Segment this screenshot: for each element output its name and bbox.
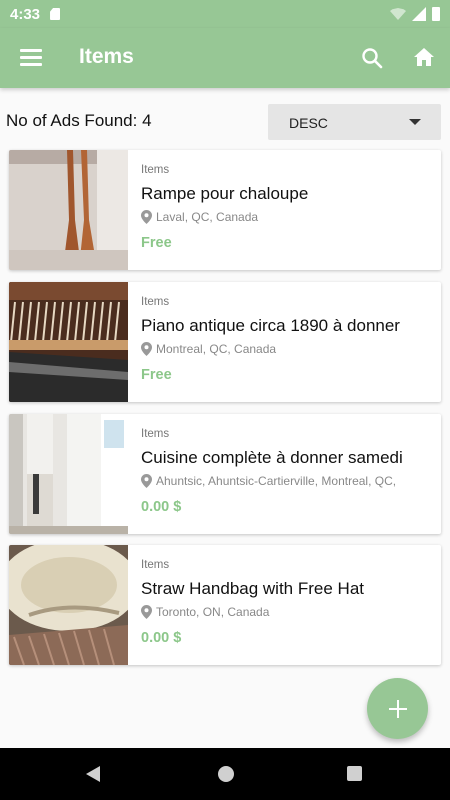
item-location: Laval, QC, Canada [141,210,258,224]
sd-card-icon [50,8,61,20]
ads-found-count: No of Ads Found: 4 [6,111,152,130]
piano-photo [9,282,128,402]
menu-icon[interactable] [20,49,42,67]
battery-icon [432,7,440,21]
item-location-text: Ahuntsic, Ahuntsic-Cartierville, Montrea… [156,474,397,488]
recents-icon[interactable] [347,766,362,781]
item-location: Toronto, ON, Canada [141,605,269,619]
item-category: Items [141,559,170,571]
add-item-button[interactable] [367,678,428,739]
home-nav-icon[interactable] [218,766,234,782]
status-bar: 4:33 [0,0,450,28]
system-nav-bar [0,748,450,800]
kitchen-photo [9,414,128,534]
page-title: Items [79,45,134,68]
item-location-text: Toronto, ON, Canada [156,605,270,619]
item-price: 0.00 $ [141,630,182,646]
item-price: Free [141,367,172,383]
item-price: 0.00 $ [141,499,182,515]
item-card[interactable]: Items Rampe pour chaloupe Laval, QC, Can… [9,150,441,270]
item-location-text: Montreal, QC, Canada [156,342,277,356]
home-icon[interactable] [412,45,436,69]
item-location-text: Laval, QC, Canada [156,210,259,224]
caret-down-icon [409,119,421,125]
wifi-icon [390,8,406,20]
item-location: Montreal, QC, Canada [141,342,276,356]
location-pin-icon [141,605,152,619]
location-pin-icon [141,210,152,224]
item-title: Cuisine complète à donner samedi [141,448,403,467]
item-card[interactable]: Items Piano antique circa 1890 à donner … [9,282,441,402]
status-icons [390,7,440,21]
item-title: Straw Handbag with Free Hat [141,579,364,598]
item-category: Items [141,164,170,176]
status-time: 4:33 [10,5,41,23]
item-location: Ahuntsic, Ahuntsic-Cartierville, Montrea… [141,474,396,488]
item-category: Items [141,296,170,308]
item-price: Free [141,235,172,251]
sort-selected-value: DESC [289,115,328,131]
sort-dropdown[interactable]: DESC [268,104,441,140]
oars-photo [9,150,128,270]
app-bar: Items [0,28,450,88]
item-title: Piano antique circa 1890 à donner [141,316,400,335]
plus-icon [388,699,407,718]
item-category: Items [141,428,170,440]
signal-icon [412,7,426,21]
item-card[interactable]: Items Straw Handbag with Free Hat Toront… [9,545,441,665]
item-card[interactable]: Items Cuisine complète à donner samedi A… [9,414,441,534]
straw-bag-photo [9,545,128,665]
search-icon[interactable] [360,46,384,70]
location-pin-icon [141,474,152,488]
item-title: Rampe pour chaloupe [141,184,309,203]
location-pin-icon [141,342,152,356]
back-icon[interactable] [86,766,100,782]
